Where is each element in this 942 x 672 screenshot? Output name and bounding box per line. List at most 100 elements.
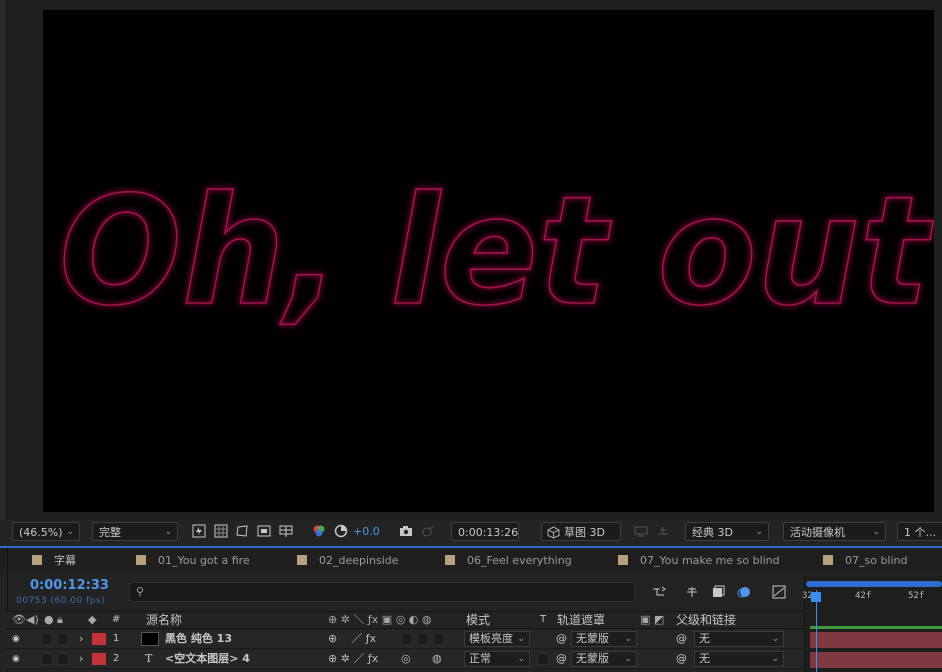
layer-number: 1 [113,633,120,644]
camera-dropdown[interactable]: 活动摄像机 ⌄ [783,522,886,541]
zoom-dropdown[interactable]: (46.5%) ⌄ [12,522,80,541]
lock-toggle[interactable] [57,653,69,665]
parent-pickwhip-icon[interactable]: @ [676,630,687,648]
3d-ground-plane-icon[interactable] [656,524,670,538]
collapse-switch[interactable] [433,633,445,645]
current-time-indicator[interactable] [816,590,817,672]
matte-switches-header-icons: ▣ ◩ [640,613,665,626]
tab-subtitles[interactable]: 字幕 [32,553,76,569]
resolution-dropdown[interactable]: 完整 ⌄ [92,522,178,541]
expand-chevron-icon[interactable]: › [79,630,83,648]
composition-render: Oh, let out [58,164,934,340]
parent-pickwhip-icon[interactable]: @ [676,650,687,668]
track-matte-dropdown[interactable]: 无蒙版 ⌄ [571,631,637,647]
transparency-grid-icon[interactable] [214,524,228,538]
eye-icon[interactable]: ◉ [12,630,20,648]
region-of-interest-icon[interactable] [257,524,271,538]
3d-switch[interactable] [417,633,429,645]
camera-snapshot-icon[interactable] [399,524,413,538]
preserve-transparency-switch[interactable] [537,653,549,665]
layer-switches[interactable]: ⊕ ✲ ／ ƒx [328,650,378,668]
layer-switches[interactable]: ⊕ ／ ƒx [328,630,376,648]
layer-search-input[interactable]: ⚲ [129,582,635,602]
audio-header-icon: ◀) [26,613,39,626]
comp-mini-flowchart-icon[interactable] [652,585,666,599]
draft-3d-toggle[interactable]: 草图 3D [541,522,621,541]
renderer-dropdown[interactable]: 经典 3D ⌄ [685,522,769,541]
tab-color-swatch [823,555,833,565]
motion-blur-switch-icon[interactable]: ◎ [401,650,411,668]
mask-visibility-icon[interactable] [235,524,249,538]
expand-chevron-icon[interactable]: › [79,650,83,668]
blend-mode-dropdown[interactable]: 正常 ⌄ [464,651,530,667]
show-snapshot-icon[interactable] [421,524,435,538]
chevron-down-icon: ⌄ [66,527,74,537]
mode-header: 模式 [466,613,491,627]
extended-viewer-icon[interactable] [634,524,648,538]
tab-label: 字幕 [54,554,76,567]
tab-01-you-got-a-fire[interactable]: 01_You got a fire [136,553,250,569]
exposure-value[interactable]: +0.0 [353,522,380,541]
tab-label: 02_deepinside [319,554,399,567]
layer-duration-bar[interactable] [810,632,942,648]
after-effects-window: Oh, let out (46.5%) ⌄ 完整 ⌄ +0.0 0:00:13:26… [0,0,942,672]
layer-label-color[interactable] [92,653,106,665]
tab-color-swatch [136,555,146,565]
adjustment-switch[interactable] [401,633,413,645]
parent-dropdown[interactable]: 无 ⌄ [694,651,784,667]
tab-06-feel-everything[interactable]: 06_Feel everything [445,553,572,569]
fast-preview-icon[interactable] [192,524,206,538]
lock-toggle[interactable] [57,633,69,645]
tab-07-so-blind[interactable]: 07_so blind [823,553,908,569]
t-header: T [540,614,547,625]
source-name-header[interactable]: 源名称 [146,612,182,628]
matte-pickwhip-icon[interactable]: @ [556,630,567,648]
layer-label-color[interactable] [92,633,106,645]
layer-name[interactable]: 黑色 纯色 13 [165,630,232,648]
chevron-down-icon: ⌄ [517,634,525,644]
tab-02-deepinside[interactable]: 02_deepinside [297,553,399,569]
parent-dropdown[interactable]: 无 ⌄ [694,631,784,647]
tab-label: 07_You make me so blind [640,554,780,567]
parent-value: 无 [699,632,710,645]
tab-07-you-make-me-so-blind[interactable]: 07_You make me so blind [618,553,780,569]
resolution-value: 完整 [99,526,121,539]
motion-blur-icon[interactable] [737,585,751,599]
matte-pickwhip-icon[interactable]: @ [556,650,567,668]
layer-name[interactable]: <空文本图层> 4 [165,650,250,668]
blend-mode-dropdown[interactable]: 模板亮度 ⌄ [464,631,530,647]
reset-exposure-icon[interactable] [334,524,348,538]
work-area-bar[interactable] [806,581,942,587]
frame-count-fps: 00753 (60.00 fps) [16,596,106,606]
audio-toggle[interactable] [41,653,53,665]
chevron-down-icon: ⌄ [164,527,172,537]
timeline-current-time[interactable]: 0:00:12:33 [30,578,109,593]
color-channels-icon[interactable] [312,524,326,538]
chevron-down-icon: ⌄ [755,527,763,537]
label-tag-header-icon: ◆ [88,613,97,626]
tab-label: 07_so blind [845,554,908,567]
search-icon: ⚲ [136,585,145,598]
draft-3d-label: 草图 3D [564,526,605,539]
blend-mode-value: 正常 [469,652,491,665]
parent-value: 无 [699,652,710,665]
playhead-handle[interactable] [811,592,821,602]
views-dropdown[interactable]: 1 个... [897,522,942,541]
track-matte-value: 无蒙版 [576,652,609,665]
frame-blending-icon[interactable] [711,585,725,599]
composition-canvas[interactable]: Oh, let out [43,10,934,512]
3d-layer-switch-icon[interactable]: ◍ [432,650,442,668]
audio-toggle[interactable] [41,633,53,645]
camera-value: 活动摄像机 [790,526,845,539]
eye-icon[interactable]: ◉ [12,650,20,668]
track-matte-dropdown[interactable]: 无蒙版 ⌄ [571,651,637,667]
layer-duration-bar[interactable] [810,652,942,668]
layer-number: 2 [113,653,120,664]
chevron-down-icon: ⌄ [624,654,632,664]
chevron-down-icon: ⌄ [624,634,632,644]
shy-layers-icon[interactable] [685,585,699,599]
grid-guides-icon[interactable] [279,524,293,538]
composition-text: Oh, let out [59,165,934,339]
graph-editor-icon[interactable] [772,585,786,599]
current-time-display[interactable]: 0:00:13:26 [451,522,519,541]
